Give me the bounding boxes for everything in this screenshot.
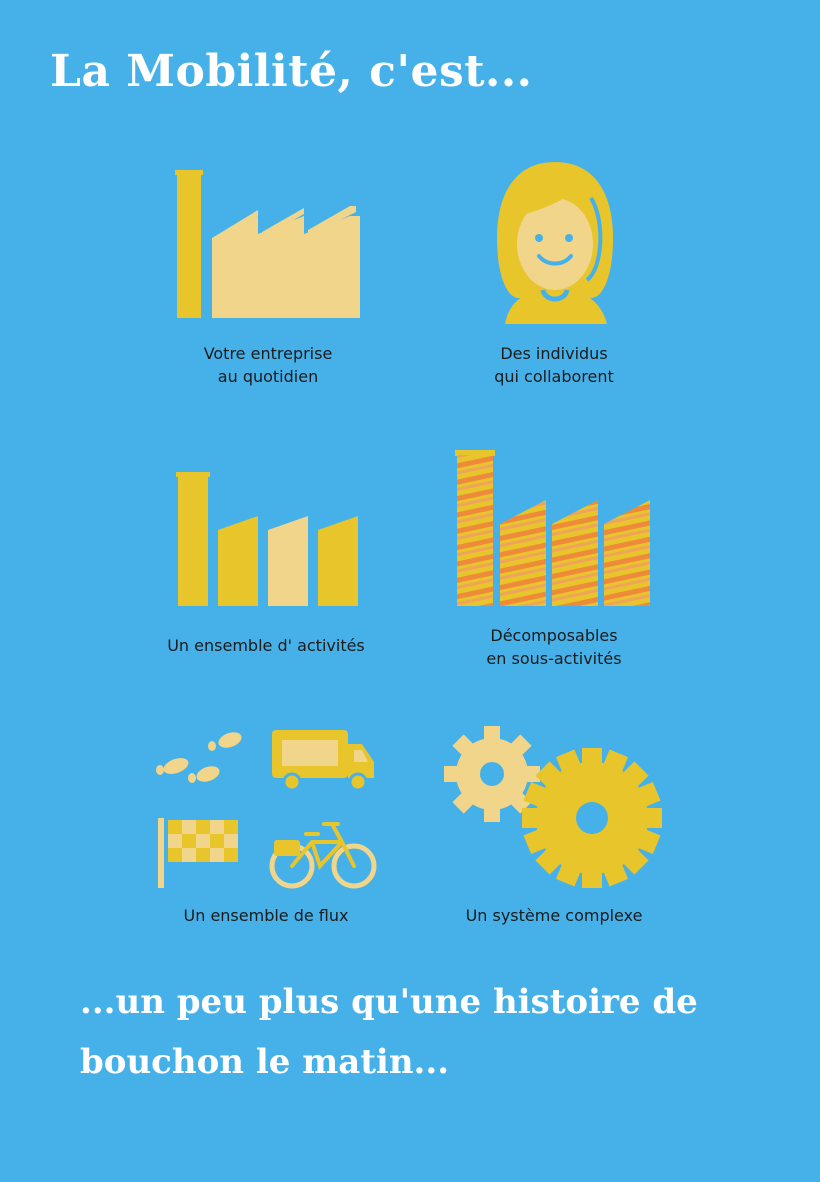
- footer-line: bouchon le matin...: [80, 1042, 450, 1082]
- footer-tagline: ...un peu plus qu'une histoire de boucho…: [80, 972, 780, 1092]
- activity-blocks-icon: [176, 472, 358, 606]
- caption-systeme: Un système complexe: [444, 904, 664, 927]
- caption-flux: Un ensemble de flux: [156, 904, 376, 927]
- caption-line: qui collaborent: [494, 367, 614, 386]
- woman-icon: [497, 162, 613, 324]
- caption-line: Un ensemble de flux: [183, 906, 349, 925]
- caption-line: Un ensemble d' activités: [167, 636, 365, 655]
- truck-icon: [272, 730, 374, 792]
- checkered-flag-icon: [158, 818, 238, 888]
- gears-icon: [444, 726, 662, 888]
- page-title: La Mobilité, c'est...: [50, 46, 533, 97]
- caption-line: Votre entreprise: [203, 344, 333, 363]
- caption-line: Des individus: [500, 344, 608, 363]
- caption-individus: Des individus qui collaborent: [454, 342, 654, 388]
- factory-icon: [175, 170, 360, 318]
- caption-activites: Un ensemble d' activités: [140, 634, 392, 657]
- footer-line: ...un peu plus qu'une histoire de: [80, 982, 698, 1022]
- caption-entreprise: Votre entreprise au quotidien: [168, 342, 368, 388]
- caption-line: Décomposables: [490, 626, 618, 645]
- footprints-icon: [156, 732, 242, 783]
- caption-line: au quotidien: [217, 367, 319, 386]
- bicycle-icon: [269, 822, 377, 889]
- striped-blocks-icon: [455, 450, 650, 606]
- caption-line: Un système complexe: [465, 906, 643, 925]
- caption-line: en sous-activités: [486, 649, 622, 668]
- caption-sous-activites: Décomposables en sous-activités: [454, 624, 654, 670]
